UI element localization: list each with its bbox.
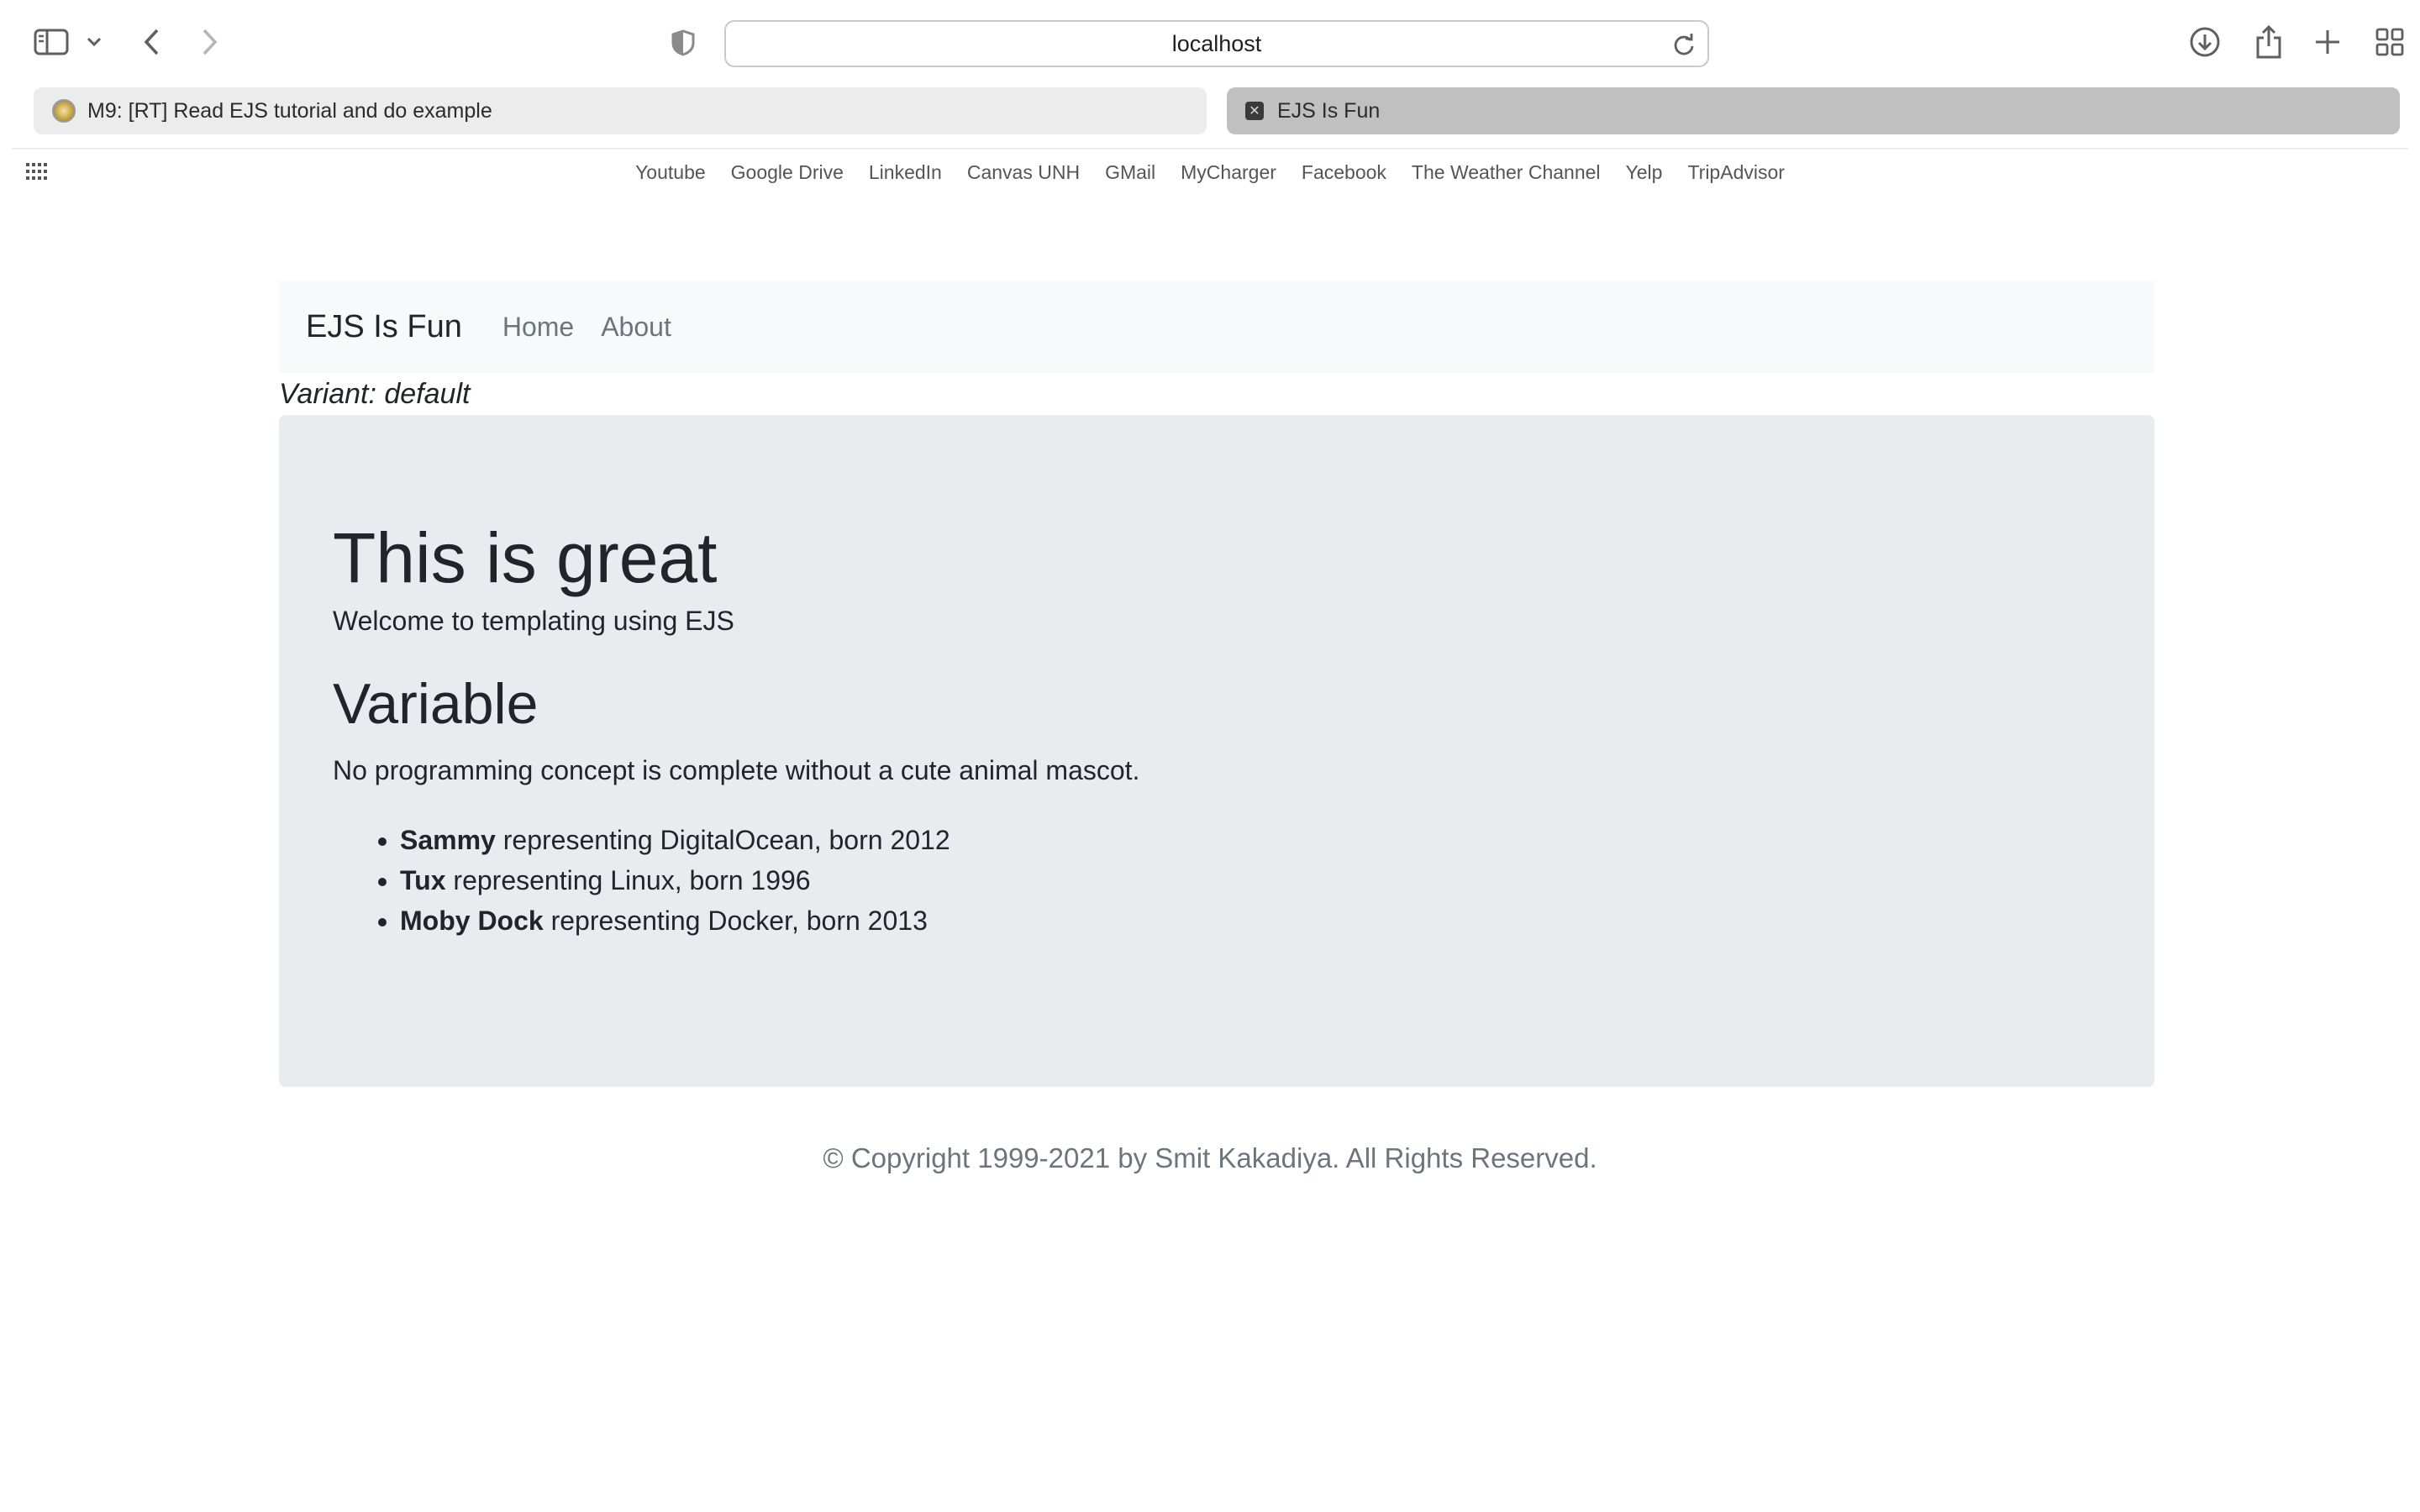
mascot-name: Moby Dock <box>400 906 544 937</box>
mascot-details: representing DigitalOcean, born 2012 <box>495 825 950 856</box>
download-icon[interactable] <box>2188 25 2222 59</box>
lead-text: Welcome to templating using EJS <box>333 605 734 636</box>
sidebar-icon[interactable] <box>32 27 71 57</box>
web-page: EJS Is Fun Home About Variant: default T… <box>0 195 2420 1512</box>
variant-label: Variant: default <box>279 378 471 410</box>
favorite-tripadvisor[interactable]: TripAdvisor <box>1687 161 1784 184</box>
favorite-google-drive[interactable]: Google Drive <box>731 161 844 184</box>
list-item: Tux representing Linux, born 1996 <box>400 860 2097 900</box>
grid-icon[interactable] <box>2373 25 2407 59</box>
favorite-facebook[interactable]: Facebook <box>1302 161 1386 184</box>
favorite-weather-channel[interactable]: The Weather Channel <box>1412 161 1601 184</box>
list-item: Moby Dock representing Docker, born 2013 <box>400 900 2097 941</box>
close-tab-icon[interactable]: ✕ <box>1245 102 1264 120</box>
favorite-yelp[interactable]: Yelp <box>1626 161 1663 184</box>
tab-title: M9: [RT] Read EJS tutorial and do exampl… <box>87 98 492 123</box>
navbar-brand[interactable]: EJS Is Fun <box>306 309 462 345</box>
navbar: EJS Is Fun Home About <box>279 281 2154 373</box>
favorite-gmail[interactable]: GMail <box>1105 161 1155 184</box>
address-text: localhost <box>1171 30 1262 56</box>
chevron-left-icon[interactable] <box>138 25 165 59</box>
list-item: Sammy representing DigitalOcean, born 20… <box>400 820 2097 860</box>
mascot-name: Sammy <box>400 825 496 856</box>
favorites-links: Youtube Google Drive LinkedIn Canvas UNH… <box>0 150 2420 195</box>
mascot-name: Tux <box>400 865 446 896</box>
page-title: This is great <box>333 518 718 597</box>
tab-ejs-tutorial[interactable]: M9: [RT] Read EJS tutorial and do exampl… <box>34 87 1207 134</box>
footer-copyright: © Copyright 1999-2021 by Smit Kakadiya. … <box>823 1142 1597 1173</box>
browser-toolbar: localhost <box>0 0 2420 86</box>
jumbotron: This is great Welcome to templating usin… <box>279 415 2154 1087</box>
mascot-list: Sammy representing DigitalOcean, born 20… <box>333 820 2097 941</box>
canvas-favicon-icon <box>52 99 76 123</box>
chevron-right-icon[interactable] <box>197 25 224 59</box>
section-text: No programming concept is complete witho… <box>333 755 1140 786</box>
favorites-bar: Youtube Google Drive LinkedIn Canvas UNH… <box>0 150 2420 195</box>
plus-icon[interactable] <box>2311 25 2344 59</box>
tab-strip: M9: [RT] Read EJS tutorial and do exampl… <box>0 87 2420 136</box>
share-icon[interactable] <box>2252 24 2286 60</box>
favorite-youtube[interactable]: Youtube <box>635 161 706 184</box>
section-heading: Variable <box>333 671 539 736</box>
tab-ejs-is-fun[interactable]: ✕ EJS Is Fun <box>1227 87 2400 134</box>
mascot-details: representing Docker, born 2013 <box>543 906 928 937</box>
favorite-linkedin[interactable]: LinkedIn <box>869 161 942 184</box>
favorite-mycharger[interactable]: MyCharger <box>1181 161 1276 184</box>
nav-link-home[interactable]: Home <box>502 312 574 343</box>
favorite-canvas-unh[interactable]: Canvas UNH <box>967 161 1080 184</box>
nav-link-about[interactable]: About <box>601 312 671 343</box>
reload-icon[interactable] <box>1672 33 1696 60</box>
shield-icon[interactable] <box>669 29 697 57</box>
jumbotron-content: This is great Welcome to templating usin… <box>333 516 2097 941</box>
mascot-details: representing Linux, born 1996 <box>445 865 811 896</box>
tab-title: EJS Is Fun <box>1277 98 1381 123</box>
address-bar[interactable]: localhost <box>724 20 1709 67</box>
chevron-down-icon[interactable] <box>84 32 104 52</box>
